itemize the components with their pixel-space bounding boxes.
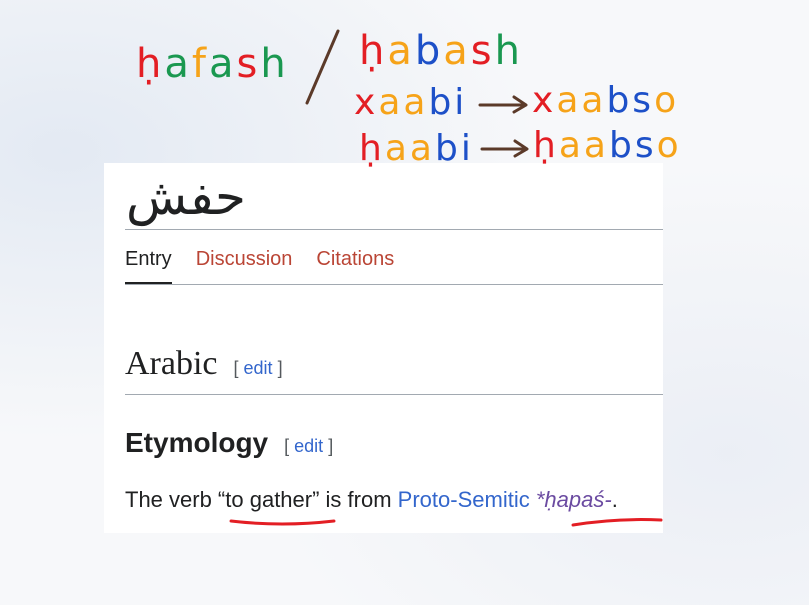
annotation-letter: b: [428, 82, 451, 123]
annotation-letter: i: [454, 82, 464, 123]
annotation-letter: a: [581, 80, 603, 121]
annotation-letter: b: [415, 28, 440, 74]
annotation-letter: s: [632, 80, 651, 121]
annotation-haabso: ḥaabso: [533, 125, 679, 166]
arrow-icon: [478, 95, 528, 114]
annotation-letter: a: [164, 41, 189, 87]
annotation-letter: a: [387, 28, 412, 74]
arrow-icon: [480, 139, 529, 158]
annotation-letter: a: [385, 128, 407, 169]
annotation-letter: b: [606, 80, 629, 121]
underline-gloss: [229, 519, 336, 526]
annotation-letter: a: [403, 82, 425, 123]
annotation-letter: b: [435, 128, 458, 169]
annotation-letter: ḥ: [136, 41, 161, 87]
annotation-habash: ḥabash: [359, 28, 520, 74]
annotation-hafash: ḥafash: [136, 41, 286, 87]
annotation-letter: ḥ: [533, 125, 556, 166]
annotation-letter: a: [378, 82, 400, 123]
annotation-letter: f: [192, 41, 207, 87]
annotation-letter: a: [410, 128, 432, 169]
annotation-xaabi: xaabi: [354, 82, 464, 123]
annotation-letter: x: [354, 82, 375, 123]
annotation-xaabso: xaabso: [532, 80, 676, 121]
annotation-slash: [305, 29, 340, 105]
annotation-letter: o: [654, 80, 676, 121]
annotation-haabi: ḥaabi: [359, 128, 471, 169]
annotation-letter: a: [584, 125, 606, 166]
annotation-letter: s: [236, 41, 257, 87]
annotation-letter: s: [635, 125, 654, 166]
annotation-letter: x: [532, 80, 553, 121]
annotation-letter: b: [609, 125, 632, 166]
annotation-letter: s: [471, 28, 492, 74]
annotation-letter: h: [495, 28, 520, 74]
annotation-letter: a: [443, 28, 468, 74]
handwritten-annotations: ḥafash / ḥabash xaabi xaabso ḥaabi ḥaabs…: [136, 28, 679, 527]
annotation-letter: ḥ: [359, 28, 384, 74]
annotation-letter: a: [556, 80, 578, 121]
annotation-letter: i: [461, 128, 471, 169]
annotation-letter: a: [209, 41, 234, 87]
annotation-letter: a: [559, 125, 581, 166]
annotation-letter: ḥ: [359, 128, 382, 169]
annotation-letter: h: [260, 41, 285, 87]
underline-root: [571, 518, 663, 527]
annotation-letter: o: [657, 125, 679, 166]
annotation-slash-text: /: [322, 89, 323, 91]
